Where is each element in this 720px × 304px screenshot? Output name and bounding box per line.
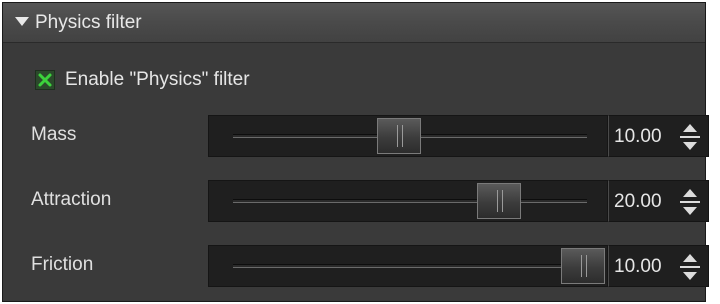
- spin-up-icon[interactable]: [683, 254, 697, 262]
- spin-arrows[interactable]: [678, 187, 702, 217]
- slider-thumb[interactable]: [377, 118, 422, 154]
- attraction-slider[interactable]: [208, 180, 608, 222]
- spin-arrows[interactable]: [678, 252, 702, 282]
- friction-label: Friction: [31, 254, 94, 275]
- spin-down-icon[interactable]: [683, 272, 697, 280]
- physics-filter-panel: Physics filter Enable "Physics" filter M…: [2, 2, 709, 302]
- enable-physics-label: Enable "Physics" filter: [65, 69, 250, 90]
- friction-spinbox[interactable]: 10.00: [608, 245, 709, 287]
- spin-divider: [680, 136, 700, 138]
- slider-thumb[interactable]: [561, 248, 606, 284]
- spin-up-icon[interactable]: [683, 189, 697, 197]
- mass-slider[interactable]: [208, 115, 608, 157]
- slider-track: [233, 199, 587, 203]
- spin-down-icon[interactable]: [683, 142, 697, 150]
- attraction-label: Attraction: [31, 189, 112, 210]
- panel-title: Physics filter: [35, 12, 142, 33]
- mass-value[interactable]: 10.00: [614, 126, 662, 148]
- friction-slider[interactable]: [208, 245, 608, 287]
- x-check-icon: [38, 73, 52, 87]
- spin-arrows[interactable]: [678, 122, 702, 152]
- friction-value[interactable]: 10.00: [614, 256, 662, 278]
- attraction-value[interactable]: 20.00: [614, 191, 662, 213]
- spin-up-icon[interactable]: [683, 124, 697, 132]
- collapse-arrow-icon[interactable]: [15, 17, 29, 26]
- slider-track: [233, 264, 587, 268]
- panel-header[interactable]: Physics filter: [3, 3, 705, 43]
- slider-thumb[interactable]: [476, 183, 521, 219]
- mass-label: Mass: [31, 124, 77, 145]
- spin-divider: [680, 266, 700, 268]
- attraction-spinbox[interactable]: 20.00: [608, 180, 709, 222]
- spin-down-icon[interactable]: [683, 207, 697, 215]
- enable-physics-checkbox[interactable]: [35, 70, 55, 90]
- spin-divider: [680, 201, 700, 203]
- mass-spinbox[interactable]: 10.00: [608, 115, 709, 157]
